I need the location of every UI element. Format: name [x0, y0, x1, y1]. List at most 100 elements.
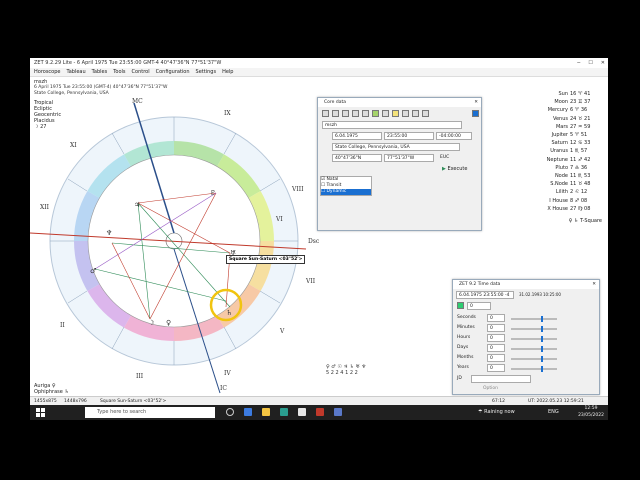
settings-icon[interactable] — [412, 110, 419, 117]
hours-slider[interactable] — [511, 336, 557, 342]
map-icon[interactable] — [372, 110, 379, 117]
menu-tableau[interactable]: Tableau — [67, 68, 86, 76]
app-icon[interactable] — [298, 408, 306, 416]
tsquare-label: ♀ ♄ T-Square — [568, 218, 602, 225]
years-field[interactable]: 0 — [487, 364, 505, 372]
store-icon[interactable] — [280, 408, 288, 416]
position-row: I House 8 ♐ 08 — [549, 197, 588, 204]
clock-icon[interactable] — [402, 110, 409, 117]
minutes-field[interactable]: 0 — [487, 324, 505, 332]
menu-configuration[interactable]: Configuration — [156, 68, 190, 76]
option-row[interactable]: Option — [483, 386, 498, 391]
core-dialog-titlebar: Core data ✕ — [318, 98, 481, 107]
mc-label: MC — [132, 98, 143, 105]
status-mid: 67:12 — [492, 399, 505, 404]
windows-start-icon[interactable] — [36, 408, 45, 417]
menu-help[interactable]: Help — [222, 68, 233, 76]
jd-field[interactable] — [471, 375, 531, 383]
status-coord-2: 1448x796 — [64, 399, 87, 404]
print-icon[interactable] — [352, 110, 359, 117]
house-iii: III — [136, 373, 144, 380]
house-iv: IV — [224, 370, 231, 377]
clock-date: 23/05/2022 — [578, 413, 604, 418]
days-field[interactable]: 0 — [487, 344, 505, 352]
position-row: Saturn 12 ♋ 33 — [551, 140, 591, 147]
house-viii: VIII — [291, 186, 304, 193]
planet-positions: Sun 16 ♈ 41 Moon 23 ♊ 37 Mercury 6 ♈ 36 Ven… — [530, 90, 602, 225]
info-icon[interactable] — [472, 110, 479, 117]
time-date-field[interactable]: 6.04.1975 23:55:00 -4 — [456, 291, 514, 299]
timezone-field[interactable]: -04:00:00 — [436, 132, 472, 140]
task-view-icon[interactable] — [226, 408, 234, 416]
seconds-slider[interactable] — [511, 316, 557, 322]
venus-glyph: ♀ — [166, 319, 171, 327]
save-icon[interactable] — [342, 110, 349, 117]
menu-tables[interactable]: Tables — [92, 68, 108, 76]
date-field[interactable]: 6.04.1975 — [332, 132, 382, 140]
hours-field[interactable]: 0 — [487, 334, 505, 342]
position-row: Moon 23 ♊ 37 — [554, 99, 591, 106]
app-icon-2[interactable] — [316, 408, 324, 416]
weather-icon: ☂ — [478, 409, 483, 415]
minutes-slider[interactable] — [511, 326, 557, 332]
star-icon[interactable] — [392, 110, 399, 117]
title-bar: ZET 9.2.29 Lite - 6 April 1975 Tue 23:55… — [30, 58, 608, 68]
latitude-field[interactable]: 40°47'36"N — [332, 154, 382, 162]
taskbar-search-input[interactable]: Type here to search — [85, 407, 215, 418]
house-xii: XII — [40, 204, 50, 211]
name-field[interactable]: mszh — [322, 121, 462, 129]
menu-horoscope[interactable]: Horoscope — [34, 68, 61, 76]
app-window: ZET 9.2.29 Lite - 6 April 1975 Tue 23:55… — [30, 58, 608, 405]
window-controls: ─ ☐ ✕ — [577, 58, 605, 68]
new-icon[interactable] — [322, 110, 329, 117]
planet-counts: ♀ ♂ ☉ ♃ ♄ ♅ ♆ 5 2 2 4 1 2 2 — [326, 364, 366, 376]
list-item-dynamic[interactable]: ☐ Dynamic — [321, 189, 371, 195]
months-row: Months — [457, 355, 474, 360]
status-bar: 1455x875 1448x796 Square Sun-Saturn <03°… — [30, 396, 608, 405]
days-slider[interactable] — [511, 346, 557, 352]
zet-app-icon[interactable] — [334, 408, 342, 416]
time-field[interactable]: 23:55:00 — [384, 132, 434, 140]
help-icon[interactable] — [422, 110, 429, 117]
language-indicator[interactable]: ENG — [548, 405, 559, 420]
position-row: Uranus 1 ♏ 57 — [550, 148, 588, 155]
maximize-button[interactable]: ☐ — [588, 58, 592, 68]
step-field[interactable]: 0 — [467, 302, 491, 310]
clock[interactable]: 12:59 23/05/2022 — [578, 405, 604, 419]
menu-settings[interactable]: Settings — [196, 68, 217, 76]
neptune-glyph: ♆ — [106, 229, 112, 237]
open-icon[interactable] — [332, 110, 339, 117]
longitude-field[interactable]: 77°51'37"W — [384, 154, 434, 162]
house-vi: VI — [275, 216, 283, 223]
window-title: ZET 9.2.29 Lite - 6 April 1975 Tue 23:55… — [34, 60, 222, 66]
time-dialog-close-button[interactable]: ✕ — [592, 280, 596, 289]
menu-bar: Horoscope Tableau Tables Tools Control C… — [30, 68, 608, 77]
time-dialog-title: ZET 9.2 Time data — [459, 282, 501, 287]
menu-tools[interactable]: Tools — [113, 68, 125, 76]
weather-status[interactable]: ☂ Raining now — [478, 405, 515, 420]
position-row: Pluto 7 ♎ 36 — [555, 164, 588, 171]
menu-control[interactable]: Control — [132, 68, 150, 76]
close-button[interactable]: ✕ — [601, 58, 605, 68]
execute-button[interactable]: ▶ Execute — [442, 166, 467, 172]
globe-icon[interactable] — [382, 110, 389, 117]
seconds-field[interactable]: 0 — [487, 314, 505, 322]
horoscope-wheel[interactable]: IX VIII XI XII VII II III IV V VI MC IC … — [30, 93, 330, 398]
play-icon[interactable] — [457, 302, 464, 309]
minimize-button[interactable]: ─ — [577, 58, 580, 68]
time-data-dialog: ZET 9.2 Time data ✕ 6.04.1975 23:55:00 -… — [452, 279, 600, 395]
position-row: Mercury 6 ♈ 36 — [547, 107, 588, 114]
months-field[interactable]: 0 — [487, 354, 505, 362]
explorer-icon[interactable] — [262, 408, 270, 416]
house-ix: IX — [224, 110, 231, 117]
dsc-label: Dsc — [308, 238, 320, 245]
place-field[interactable]: State College, Pennsylvania, USA — [332, 143, 460, 151]
edge-icon[interactable] — [244, 408, 252, 416]
core-dialog-close-button[interactable]: ✕ — [474, 98, 478, 107]
position-row: Lilith 2 ♌ 12 — [555, 189, 588, 196]
years-slider[interactable] — [511, 366, 557, 372]
aspect-tooltip: Square Sun-Saturn <03°52'> — [226, 255, 306, 264]
copy-icon[interactable] — [362, 110, 369, 117]
months-slider[interactable] — [511, 356, 557, 362]
pluto-glyph: ♇ — [210, 189, 216, 197]
